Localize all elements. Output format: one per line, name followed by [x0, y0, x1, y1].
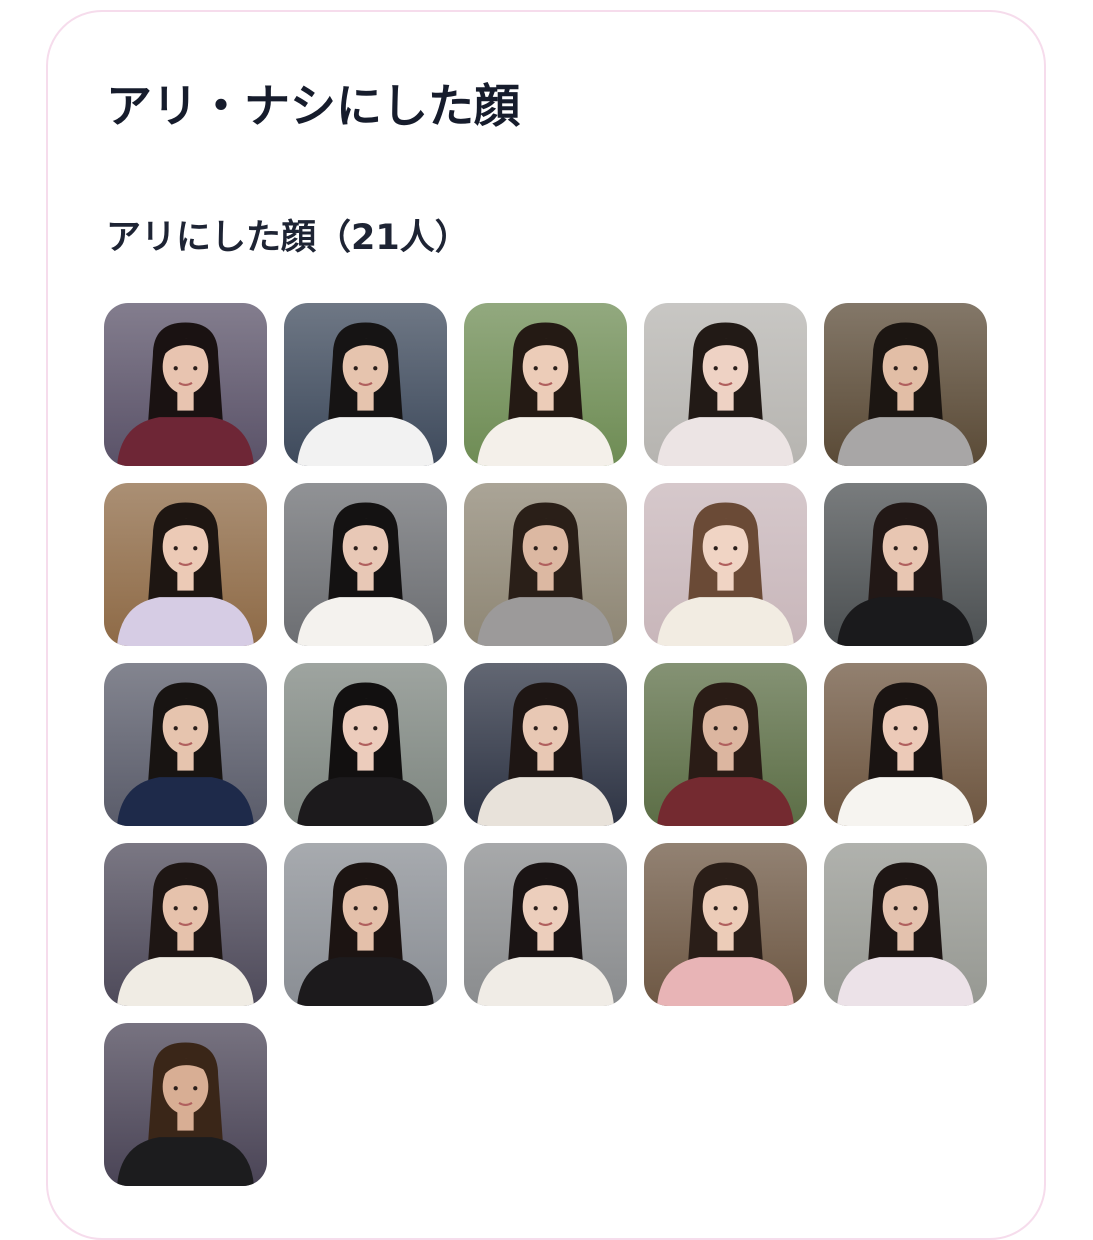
- portrait-image: [104, 663, 267, 826]
- face-photo[interactable]: [644, 663, 807, 826]
- face-photo[interactable]: [284, 483, 447, 646]
- face-photo[interactable]: [824, 843, 987, 1006]
- portrait-image: [464, 483, 627, 646]
- portrait-image: [824, 843, 987, 1006]
- portrait-image: [824, 663, 987, 826]
- page-title: アリ・ナシにした顔: [106, 79, 520, 133]
- face-photo[interactable]: [284, 663, 447, 826]
- face-photo[interactable]: [284, 843, 447, 1006]
- portrait-image: [104, 1023, 267, 1186]
- portrait-image: [104, 483, 267, 646]
- section-title: アリにした顔（21人）: [106, 218, 470, 258]
- face-photo[interactable]: [104, 1023, 267, 1186]
- portrait-image: [284, 843, 447, 1006]
- face-photo[interactable]: [824, 483, 987, 646]
- portrait-image: [104, 843, 267, 1006]
- portrait-image: [284, 303, 447, 466]
- portrait-image: [284, 663, 447, 826]
- face-photo[interactable]: [824, 663, 987, 826]
- portrait-image: [284, 483, 447, 646]
- portrait-image: [464, 843, 627, 1006]
- portrait-image: [104, 303, 267, 466]
- face-photo[interactable]: [824, 303, 987, 466]
- portrait-image: [464, 303, 627, 466]
- portrait-image: [824, 483, 987, 646]
- face-photo[interactable]: [284, 303, 447, 466]
- face-photo[interactable]: [644, 843, 807, 1006]
- portrait-image: [644, 663, 807, 826]
- face-photo[interactable]: [104, 843, 267, 1006]
- face-photo-grid: [104, 303, 990, 1186]
- face-photo[interactable]: [464, 483, 627, 646]
- face-photo[interactable]: [104, 303, 267, 466]
- face-photo[interactable]: [644, 303, 807, 466]
- portrait-image: [644, 483, 807, 646]
- portrait-image: [644, 843, 807, 1006]
- face-photo[interactable]: [644, 483, 807, 646]
- face-photo[interactable]: [104, 663, 267, 826]
- portrait-image: [464, 663, 627, 826]
- face-photo[interactable]: [464, 303, 627, 466]
- face-photo[interactable]: [464, 663, 627, 826]
- face-photo[interactable]: [104, 483, 267, 646]
- portrait-image: [644, 303, 807, 466]
- portrait-image: [824, 303, 987, 466]
- face-photo[interactable]: [464, 843, 627, 1006]
